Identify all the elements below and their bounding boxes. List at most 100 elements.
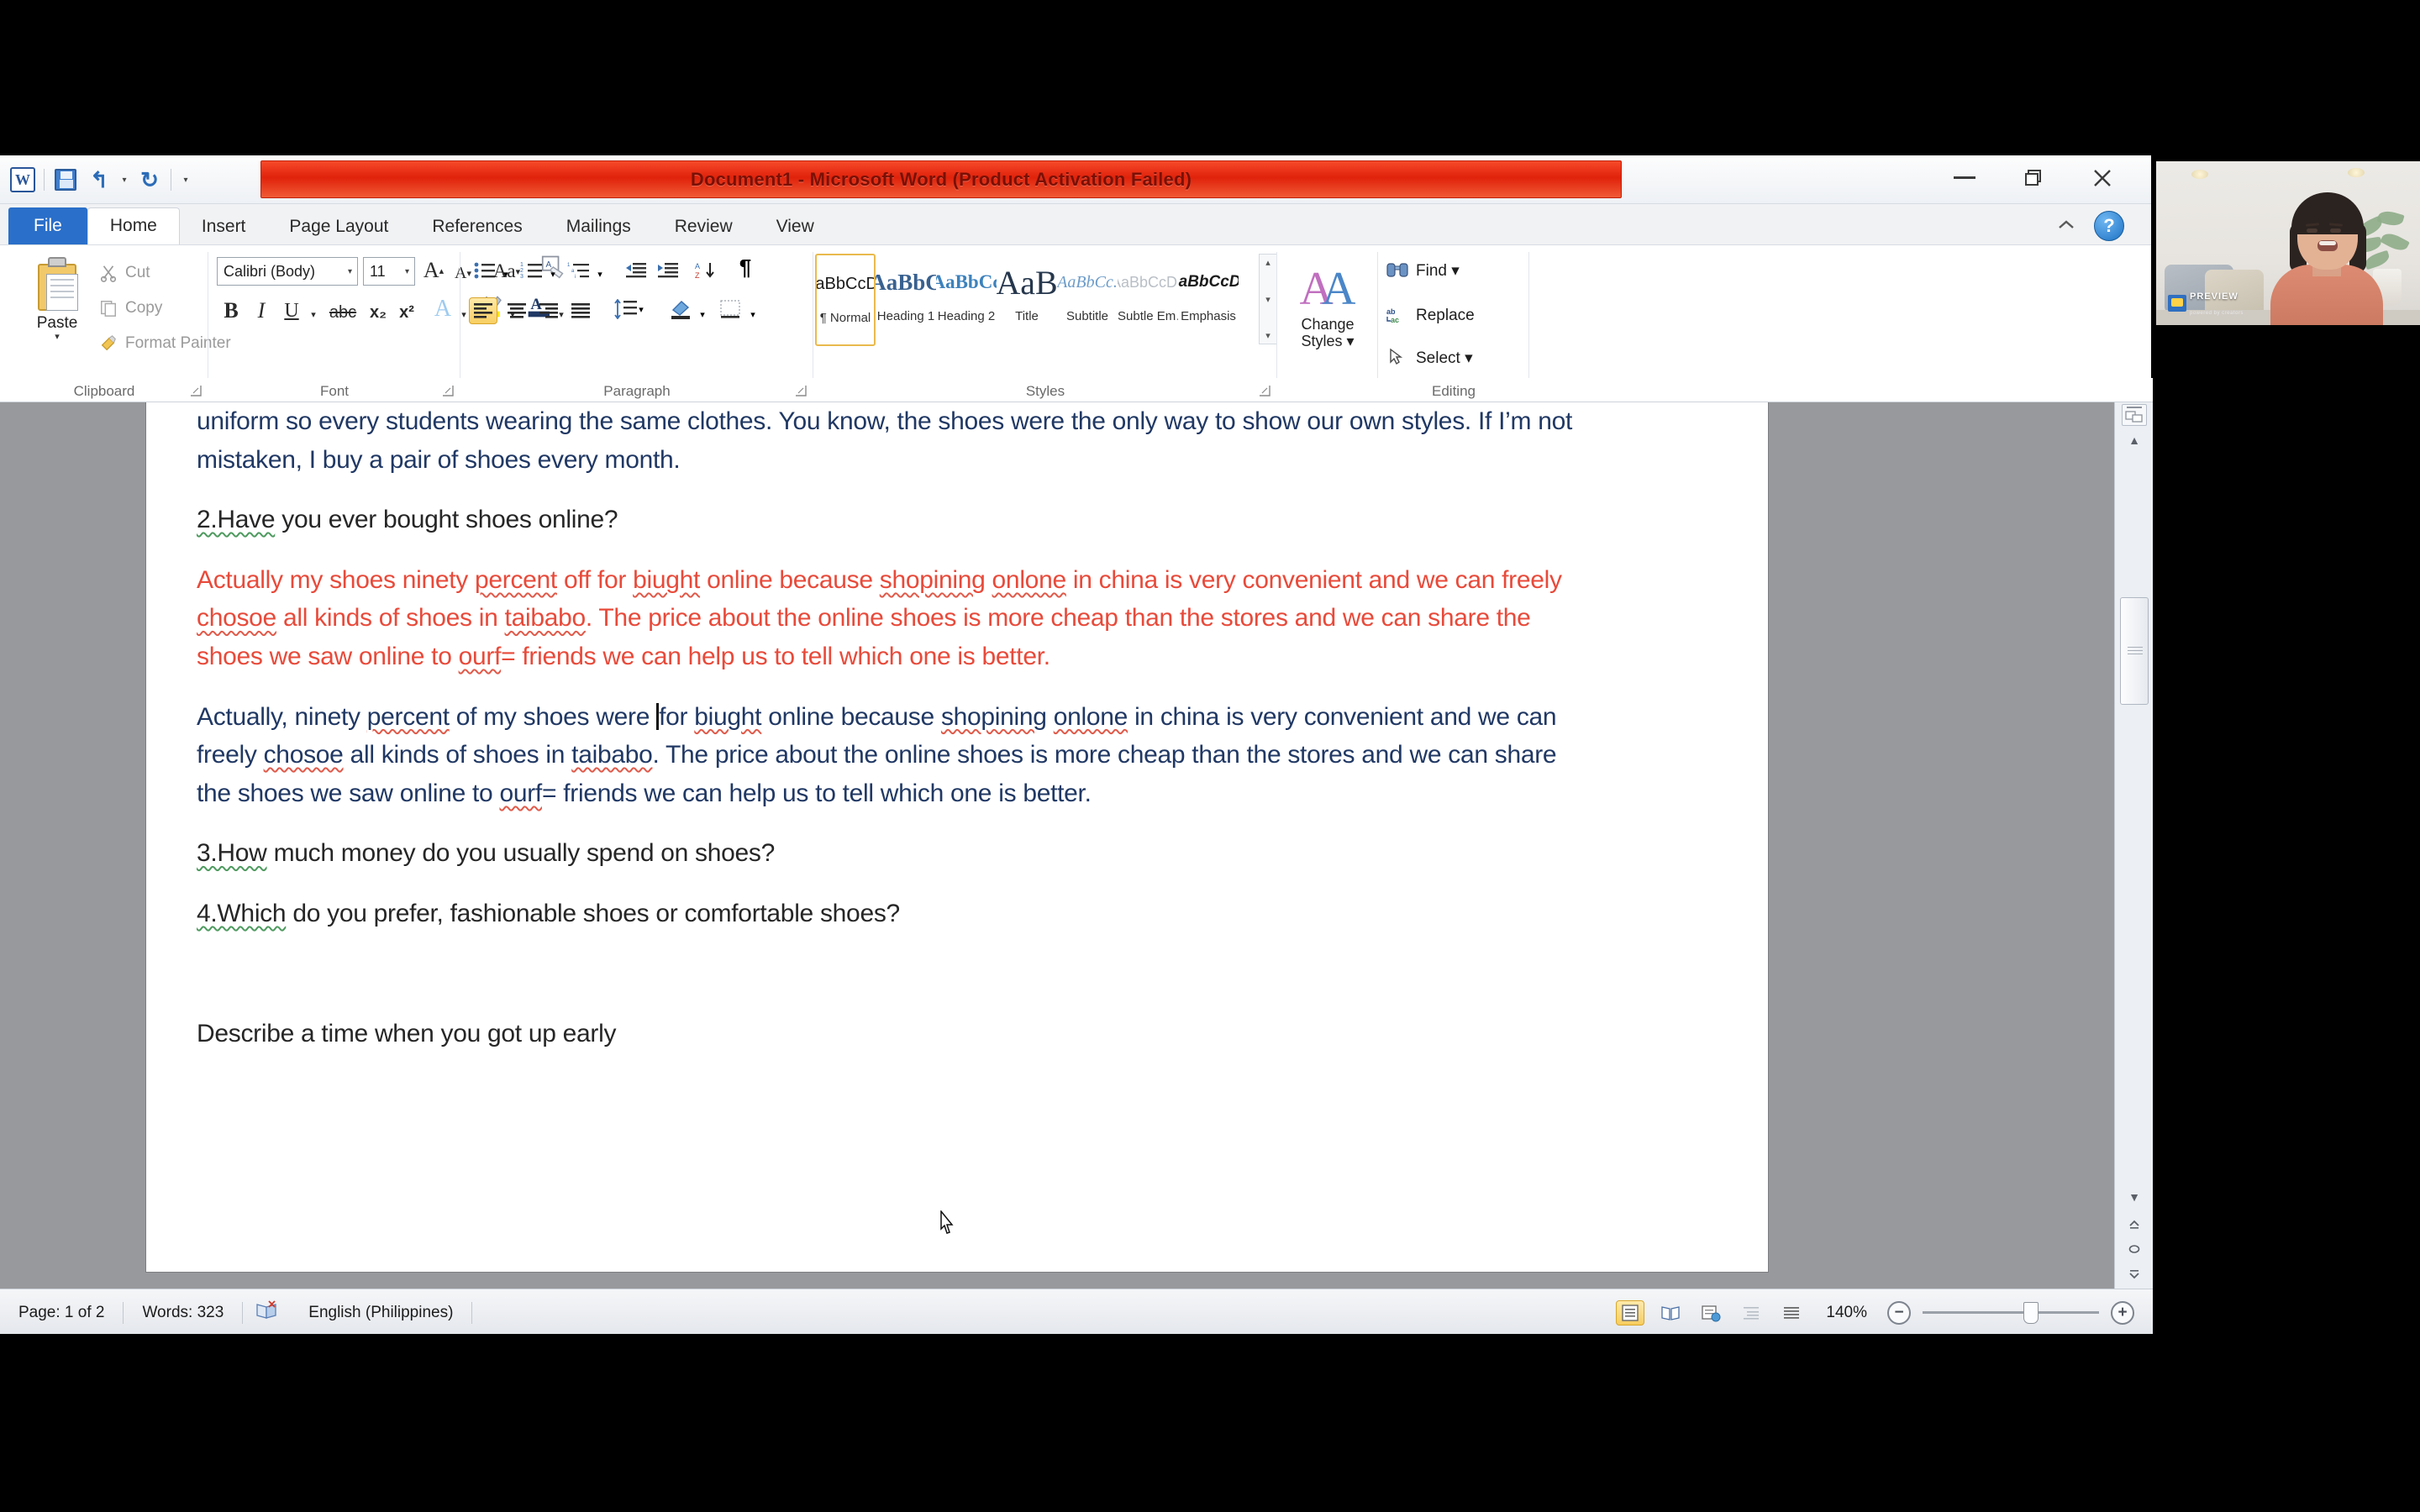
multilevel-list-dropdown[interactable]: ▾ [593,260,607,287]
language-indicator[interactable]: English (Philippines) [290,1304,471,1322]
borders-dropdown[interactable]: ▾ [746,301,760,328]
numbering-dropdown[interactable]: ▾ [546,260,560,287]
view-full-screen-reading-button[interactable] [1656,1300,1685,1326]
quick-access-toolbar[interactable]: W ↰ ▾ ↻ ▾ [7,164,195,196]
browse-object-button[interactable] [2123,1238,2145,1260]
underline-button[interactable]: U [279,297,304,324]
chevron-down-icon[interactable]: ▾ [405,267,409,276]
vertical-scrollbar[interactable]: ▲ ▼ [2114,402,2153,1289]
line-spacing-button[interactable]: ▾ [610,296,647,323]
view-print-layout-button[interactable] [1616,1299,1645,1326]
status-bar[interactable]: Page: 1 of 2 Words: 323 English (Philipp… [0,1289,2153,1334]
document-page[interactable]: uniform so every students wearing the sa… [146,402,1768,1272]
change-styles-button[interactable]: AA [1289,259,1366,312]
style-tile-emphasis[interactable]: AaBbCcDc Emphasis [1178,254,1239,346]
zoom-out-button[interactable]: − [1887,1300,1911,1325]
tab-file[interactable]: File [8,207,87,244]
style-tile-title[interactable]: AaB Title [997,254,1057,346]
document-paragraph[interactable] [197,955,1575,994]
document-text[interactable]: uniform so every students wearing the sa… [197,402,1575,1075]
show-formatting-marks-button[interactable]: ¶ [731,254,760,281]
styles-scroll-down-icon[interactable]: ▾ [1265,294,1270,305]
paste-dropdown-arrow[interactable]: ▾ [18,331,96,342]
proofing-status-button[interactable] [243,1299,290,1326]
zoom-slider-thumb[interactable] [2023,1302,2039,1324]
tab-insert[interactable]: Insert [180,209,268,244]
paste-button[interactable]: Paste ▾ [18,257,96,342]
document-paragraph[interactable]: 2.Have you ever bought shoes online? [197,501,1575,539]
tab-references[interactable]: References [410,209,544,244]
document-paragraph[interactable]: Actually, ninety percent of my shoes wer… [197,698,1575,813]
superscript-button[interactable]: x² [393,299,420,326]
tab-home[interactable]: Home [87,207,180,244]
tab-mailings[interactable]: Mailings [544,209,653,244]
cut-button[interactable]: Cut [99,264,150,282]
underline-dropdown[interactable]: ▾ [306,301,321,328]
subscript-button[interactable]: x₂ [365,299,392,326]
scroll-up-button[interactable]: ▲ [2123,429,2145,451]
style-tile-subtle-em[interactable]: AaBbCcDc Subtle Em… [1118,254,1178,346]
bullets-dropdown[interactable]: ▾ [499,260,513,287]
shading-dropdown[interactable]: ▾ [696,301,709,328]
align-left-button[interactable] [469,297,497,324]
scrollbar-thumb[interactable] [2120,597,2149,705]
style-tile-subtitle[interactable]: AaBbCc. Subtitle [1057,254,1118,346]
tab-review[interactable]: Review [653,209,755,244]
styles-gallery[interactable]: AaBbCcDc ¶ Normal AaBbC Heading 1 AaBbCc Head… [815,254,1239,346]
scroll-down-button[interactable]: ▼ [2123,1186,2145,1208]
copy-button[interactable]: Copy [99,299,162,318]
numbering-button[interactable]: 123 [518,257,546,284]
undo-dropdown[interactable]: ▾ [117,164,132,196]
document-paragraph[interactable]: uniform so every students wearing the sa… [197,402,1575,479]
view-outline-button[interactable] [1737,1300,1765,1326]
minimize-button[interactable] [1931,159,1998,197]
text-effects-button[interactable]: A [429,296,457,323]
style-tile-heading-2[interactable]: AaBbCc Heading 2 [936,254,997,346]
ribbon-tabs[interactable]: File Home Insert Page Layout References Maili… [0,204,2153,244]
tab-view[interactable]: View [755,209,836,244]
change-styles-line2[interactable]: Styles ▾ [1277,333,1378,349]
styles-gallery-scroll[interactable]: ▴ ▾ ▾ [1259,254,1277,344]
sort-button[interactable]: AZ [692,257,721,284]
word-logo-button[interactable]: W [7,164,39,196]
zoom-level[interactable]: 140% [1818,1304,1876,1322]
increase-indent-button[interactable] [654,257,682,284]
italic-button[interactable]: I [249,297,274,324]
close-button[interactable] [2069,159,2136,197]
chevron-down-icon[interactable]: ▾ [348,267,352,276]
grow-font-button[interactable]: A ▴ [420,257,447,284]
help-button[interactable]: ? [2094,211,2124,241]
status-bar-right[interactable]: 140% − + [1616,1299,2153,1326]
document-paragraph[interactable]: Describe a time when you got up early [197,1015,1575,1053]
next-page-button[interactable] [2123,1263,2145,1285]
align-center-button[interactable] [502,297,531,324]
collapse-ribbon-button[interactable] [2052,213,2081,238]
paragraph-dialog-launcher[interactable] [795,385,808,398]
style-tile-heading-1[interactable]: AaBbC Heading 1 [876,254,936,346]
styles-more-icon[interactable]: ▾ [1265,330,1270,341]
customize-qat-button[interactable]: ▾ [176,164,195,196]
strikethrough-button[interactable]: abc [326,299,360,326]
select-browse-object-icon[interactable] [2122,404,2147,426]
font-name-input[interactable]: Calibri (Body) ▾ [217,257,358,286]
page-indicator[interactable]: Page: 1 of 2 [0,1304,123,1322]
zoom-in-button[interactable]: + [2111,1300,2134,1325]
document-paragraph[interactable]: 4.Which do you prefer, fashionable shoes… [197,895,1575,933]
replace-button[interactable]: ab ac Replace [1386,306,1475,326]
document-paragraph[interactable]: Actually my shoes ninety percent off for… [197,561,1575,676]
multilevel-list-button[interactable]: 1ai [565,257,593,284]
word-count[interactable]: Words: 323 [124,1304,242,1322]
find-button[interactable]: Find ▾ [1386,260,1460,281]
decrease-indent-button[interactable] [622,257,650,284]
shading-button[interactable] [666,296,696,323]
styles-dialog-launcher[interactable] [1259,385,1272,398]
window-controls[interactable] [1931,159,2136,197]
bullets-button[interactable] [471,257,499,284]
align-right-button[interactable] [534,297,563,324]
view-web-layout-button[interactable] [1697,1300,1725,1326]
select-button[interactable]: Select ▾ [1386,348,1473,368]
clipboard-dialog-launcher[interactable] [190,385,203,398]
font-dialog-launcher[interactable] [442,385,455,398]
document-area[interactable]: uniform so every students wearing the sa… [0,402,2153,1289]
bold-button[interactable]: B [218,297,244,324]
